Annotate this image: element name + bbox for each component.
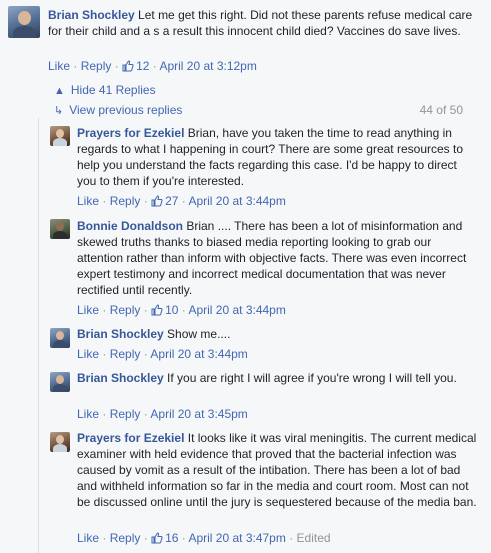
comment-author[interactable]: Brian Shockley [48,8,135,22]
reply-body: Bonnie Donaldson Brian .... There has be… [77,218,477,298]
reply-author[interactable]: Bonnie Donaldson [77,219,183,233]
like-button[interactable]: Like [48,59,70,73]
like-count-value: 16 [165,531,179,545]
reply-timestamp[interactable]: April 20 at 3:47pm [188,531,285,545]
like-button[interactable]: Like [77,407,99,421]
like-count[interactable]: 16 [151,531,182,545]
comment-actions: Like · Reply · 12 · April 20 at 3:12pm [48,59,257,73]
reply-author[interactable]: Brian Shockley [77,371,164,385]
reply-timestamp[interactable]: April 20 at 3:44pm [188,194,285,208]
thumbs-up-icon [151,304,163,316]
like-count-value: 27 [165,194,179,208]
reply-author[interactable]: Brian Shockley [77,327,164,341]
reply-button[interactable]: Reply [110,194,141,208]
thumbs-up-icon [122,60,134,72]
reply-actions: Like · Reply · 16 · April 20 at 3:47pm ·… [77,531,331,545]
reply-author[interactable]: Prayers for Ezekiel [77,126,184,140]
thumbs-up-icon [151,195,163,207]
hide-replies-label: Hide 41 Replies [70,83,156,97]
reply-author[interactable]: Prayers for Ezekiel [77,431,184,445]
caret-up-icon: ▲ [54,85,65,97]
avatar[interactable] [50,126,70,146]
reply-body: Brian Shockley Show me.... [77,326,477,342]
like-button[interactable]: Like [77,194,99,208]
reply-arrow-icon: ↳ [54,105,64,117]
edited-label[interactable]: Edited [297,531,331,545]
reply-actions: Like · Reply · 10 · April 20 at 3:44pm [77,303,286,317]
reply-timestamp[interactable]: April 20 at 3:44pm [188,303,285,317]
reply-text: If you are right I will agree if you're … [167,371,457,385]
reply-button[interactable]: Reply [110,531,141,545]
reply-body: Prayers for Ezekiel It looks like it was… [77,430,477,510]
like-count[interactable]: 12 [122,59,153,73]
like-button[interactable]: Like [77,531,99,545]
hide-replies-link[interactable]: ▲ Hide 41 Replies [54,82,156,99]
reply-button[interactable]: Reply [81,59,112,73]
like-button[interactable]: Like [77,347,99,361]
like-count[interactable]: 27 [151,194,182,208]
view-previous-replies-link[interactable]: ↳ View previous replies [54,102,182,119]
reply-text: Show me.... [167,327,231,341]
like-count-value: 10 [165,303,179,317]
reply-button[interactable]: Reply [110,303,141,317]
reply-button[interactable]: Reply [110,347,141,361]
comment-timestamp[interactable]: April 20 at 3:12pm [159,59,256,73]
reply-body: Brian Shockley If you are right I will a… [77,370,477,386]
avatar[interactable] [50,328,70,348]
avatar[interactable] [50,432,70,452]
reply-body: Prayers for Ezekiel Brian, have you take… [77,125,477,189]
reply-timestamp[interactable]: April 20 at 3:44pm [150,347,247,361]
view-previous-label: View previous replies [69,103,183,117]
comment-body: Brian Shockley Let me get this right. Di… [48,7,478,39]
like-count[interactable]: 10 [151,303,182,317]
reply-actions: Like · Reply · April 20 at 3:45pm [77,407,248,421]
reply-button[interactable]: Reply [110,407,141,421]
reply-actions: Like · Reply · April 20 at 3:44pm [77,347,248,361]
like-count-value: 12 [136,59,150,73]
reply-timestamp[interactable]: April 20 at 3:45pm [150,407,247,421]
reply-actions: Like · Reply · 27 · April 20 at 3:44pm [77,194,286,208]
like-button[interactable]: Like [77,303,99,317]
reply-counter: 44 of 50 [419,103,463,117]
avatar[interactable] [50,219,70,239]
avatar[interactable] [50,372,70,392]
thumbs-up-icon [151,532,163,544]
thread-divider [38,118,39,553]
avatar[interactable] [8,6,40,38]
